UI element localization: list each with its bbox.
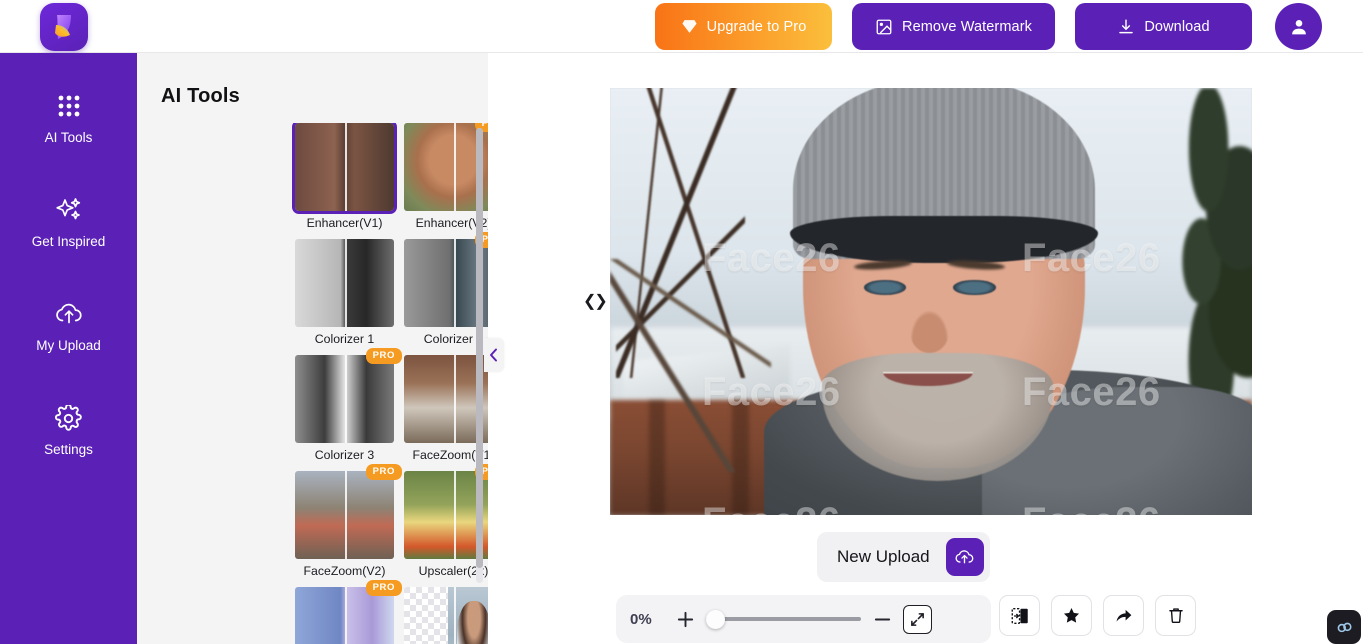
tool-thumbnail [295, 355, 394, 443]
sidebar-item-label: AI Tools [44, 130, 93, 145]
remove-watermark-label: Remove Watermark [902, 18, 1032, 35]
user-icon [1291, 19, 1306, 34]
zoom-in-button[interactable] [674, 608, 696, 630]
expand-arrows-icon [911, 612, 924, 626]
trash-icon [1168, 608, 1183, 624]
cloud-upload-icon [945, 538, 984, 576]
upgrade-to-pro-label: Upgrade to Pro [706, 18, 807, 35]
sidebar-item-my-upload[interactable]: My Upload [0, 299, 137, 353]
tool-thumbnail [295, 239, 394, 327]
compare-slider-handle[interactable]: ❮❯ [583, 291, 608, 311]
star-icon [1063, 608, 1080, 623]
zoom-slider[interactable] [706, 609, 861, 629]
zoom-toolbar: 0% [616, 595, 991, 643]
pro-badge: PRO [365, 464, 402, 480]
collapse-panel-button[interactable] [484, 338, 503, 372]
link-chain-icon [1337, 622, 1352, 632]
tool-card-upscaler-4x[interactable]: PROUpscaler(4x) [295, 580, 402, 644]
new-upload-label: New Upload [837, 547, 930, 566]
tool-card-enhancer-v1[interactable]: Enhancer(V1) [292, 123, 397, 230]
tools-scrollbar-thumb[interactable] [476, 128, 483, 568]
zoom-percent: 0% [630, 610, 652, 628]
new-upload-button[interactable]: New Upload [817, 532, 990, 582]
sidebar: AI Tools Get Inspired My Upload Settings [0, 53, 137, 644]
favorite-button[interactable] [1051, 595, 1092, 636]
upgrade-to-pro-button[interactable]: Upgrade to Pro [655, 3, 832, 50]
delete-button[interactable] [1155, 595, 1196, 636]
image-icon [876, 19, 892, 34]
tool-thumbnail [404, 587, 488, 644]
tool-label: Colorizer 1 [314, 332, 375, 346]
tool-card-colorizer-3[interactable]: PRO Colorizer 3 [295, 348, 402, 462]
fit-to-screen-button[interactable] [903, 604, 932, 634]
remove-watermark-button[interactable]: Remove Watermark [852, 3, 1055, 50]
photo-content [610, 88, 1252, 515]
tools-scroll-area[interactable]: Enhancer(V1)PROEnhancer(V2)Colorizer 1PR… [137, 123, 488, 644]
tool-card-item-9[interactable] [404, 587, 488, 644]
app-header: Upgrade to Pro Remove Watermark Download [0, 0, 1363, 53]
plus-icon [677, 611, 693, 627]
share-button[interactable] [1103, 595, 1144, 636]
grid-dots-icon [56, 91, 82, 121]
tools-scrollbar[interactable] [476, 128, 483, 583]
tool-label: Enhancer(V1) [306, 216, 383, 230]
preview-image[interactable]: Face26 Face26 Face26 Face26 Face26 Face2… [610, 88, 1252, 515]
compare-split-icon [1011, 607, 1028, 624]
gear-icon [55, 403, 82, 433]
download-label: Download [1144, 18, 1210, 35]
sidebar-item-settings[interactable]: Settings [0, 403, 137, 457]
download-icon [1119, 19, 1134, 33]
share-arrow-icon [1116, 609, 1132, 622]
tool-card-colorizer-1[interactable]: Colorizer 1 [295, 239, 394, 346]
app-logo[interactable] [40, 3, 88, 51]
sidebar-item-label: Settings [44, 442, 93, 457]
ai-tools-panel: AI Tools Enhancer(V1)PROEnhancer(V2)Colo… [137, 53, 488, 644]
cloud-upload-icon [54, 299, 84, 329]
diamond-icon [682, 20, 697, 33]
download-button[interactable]: Download [1075, 3, 1252, 50]
tool-card-facezoom-v2[interactable]: PRO FaceZoom(V2) [295, 464, 402, 578]
sidebar-item-label: My Upload [36, 338, 101, 353]
pro-badge: PRO [365, 348, 402, 364]
preview-canvas: ❮❯ Face26 Face26 Face26 Face26 New Uploa… [488, 53, 1363, 644]
zoom-out-button[interactable] [871, 608, 893, 630]
sparkles-icon [55, 195, 83, 225]
panel-title: AI Tools [161, 85, 241, 107]
tools-grid: Enhancer(V1)PROEnhancer(V2)Colorizer 1PR… [292, 123, 488, 644]
sidebar-item-ai-tools[interactable]: AI Tools [0, 91, 137, 145]
zoom-slider-track [706, 617, 861, 621]
avatar[interactable] [1275, 3, 1322, 50]
sidebar-item-get-inspired[interactable]: Get Inspired [0, 195, 137, 249]
minus-icon [874, 618, 890, 620]
floating-link-button[interactable] [1327, 610, 1361, 644]
tool-thumbnail [292, 123, 397, 214]
compare-view-button[interactable] [999, 595, 1040, 636]
tool-thumbnail [295, 471, 394, 559]
zoom-slider-knob[interactable] [706, 610, 725, 629]
pro-badge: PRO [365, 580, 402, 596]
chevron-left-icon [490, 348, 497, 362]
tool-label: FaceZoom(V2) [303, 564, 386, 578]
face26-leaf-logo [55, 15, 71, 39]
sidebar-item-label: Get Inspired [31, 234, 106, 249]
tool-label: Colorizer 3 [314, 448, 375, 462]
